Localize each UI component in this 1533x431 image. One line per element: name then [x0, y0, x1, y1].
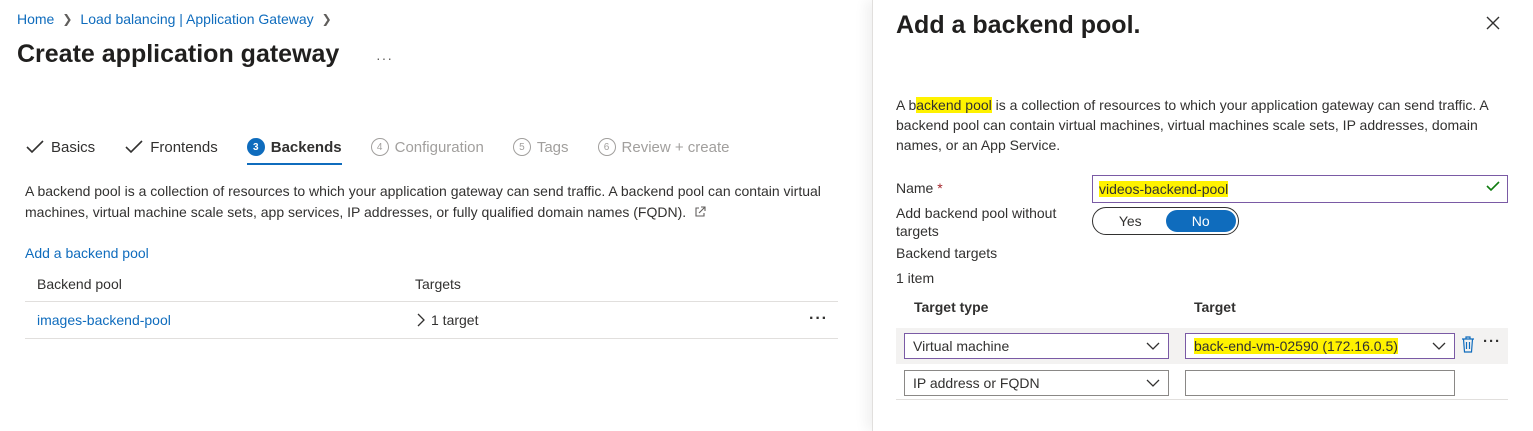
external-link-icon[interactable]	[694, 203, 706, 224]
breadcrumb: Home ❯ Load balancing | Application Gate…	[17, 11, 332, 27]
checkmark-icon	[26, 140, 44, 154]
checkmark-icon	[1485, 179, 1501, 198]
column-header-target: Target	[1194, 299, 1236, 315]
tab-basics[interactable]: Basics	[25, 134, 95, 160]
name-label: Name *	[896, 180, 943, 196]
table-row: images-backend-pool 1 target ···	[25, 302, 838, 339]
backend-targets-label: Backend targets	[896, 245, 998, 261]
name-label-text: Name	[896, 180, 934, 196]
target-type-select[interactable]: Virtual machine	[904, 333, 1169, 359]
step-number-icon: 6	[597, 138, 616, 156]
target-type-value: Virtual machine	[913, 338, 1010, 354]
required-mark: *	[937, 180, 943, 196]
step-number-icon: 3	[246, 138, 265, 156]
toggle-yes[interactable]: Yes	[1095, 210, 1166, 232]
row-more-options-icon[interactable]: ···	[1483, 333, 1501, 350]
page-title: Create application gateway	[17, 40, 340, 68]
more-options-icon[interactable]: ···	[376, 50, 393, 66]
tab-review-create[interactable]: 6 Review + create	[597, 134, 730, 160]
without-targets-toggle[interactable]: Yes No	[1092, 207, 1239, 235]
chevron-right-icon: ❯	[321, 12, 332, 26]
target-row: Virtual machine back-end-vm-02590 (172.1…	[896, 328, 1508, 364]
tab-label: Review + create	[621, 138, 730, 156]
backends-description: A backend pool is a collection of resour…	[25, 181, 855, 224]
tab-label: Tags	[536, 138, 569, 156]
chevron-down-icon	[1146, 337, 1160, 358]
item-count: 1 item	[896, 270, 935, 286]
targets-expander[interactable]: 1 target	[415, 312, 838, 328]
tab-backends[interactable]: 3 Backends	[246, 134, 342, 165]
tab-label: Frontends	[150, 138, 218, 156]
tab-label: Basics	[51, 138, 96, 156]
column-header-target-type: Target type	[914, 299, 989, 315]
targets-count: 1 target	[431, 312, 479, 328]
step-number-icon: 4	[370, 138, 389, 156]
wizard-tabs: Basics Frontends 3 Backends 4 Configurat…	[25, 134, 759, 165]
name-input-value: videos-backend-pool	[1099, 181, 1229, 197]
panel-desc-highlight: ackend pool	[916, 97, 992, 113]
tab-label: Configuration	[394, 138, 484, 156]
row-more-options-icon[interactable]: ···	[809, 310, 828, 328]
tab-label: Backends	[270, 138, 342, 156]
panel-title: Add a backend pool.	[896, 11, 1141, 39]
chevron-down-icon	[1432, 337, 1446, 358]
delete-icon[interactable]	[1461, 336, 1475, 356]
chevron-down-icon	[1146, 374, 1160, 395]
panel-desc-pre: A b	[896, 97, 917, 113]
target-type-select[interactable]: IP address or FQDN	[904, 370, 1169, 396]
checkmark-icon	[125, 140, 143, 154]
name-input[interactable]: videos-backend-pool	[1092, 175, 1508, 203]
chevron-right-icon	[417, 313, 425, 327]
breadcrumb-load-balancing-link[interactable]: Load balancing | Application Gateway	[80, 11, 313, 27]
target-input[interactable]	[1185, 370, 1455, 396]
tab-frontends[interactable]: Frontends	[124, 134, 218, 160]
backend-pool-link[interactable]: images-backend-pool	[25, 312, 415, 328]
column-header-targets: Targets	[415, 275, 461, 292]
target-row: IP address or FQDN	[896, 366, 1508, 400]
add-backend-pool-link[interactable]: Add a backend pool	[25, 245, 149, 261]
target-value: back-end-vm-02590 (172.16.0.5)	[1194, 338, 1398, 354]
tab-configuration[interactable]: 4 Configuration	[370, 134, 484, 160]
target-type-value: IP address or FQDN	[913, 375, 1040, 391]
table-header: Backend pool Targets	[25, 266, 838, 302]
toggle-no[interactable]: No	[1165, 210, 1236, 232]
target-select[interactable]: back-end-vm-02590 (172.16.0.5)	[1185, 333, 1455, 359]
tab-tags[interactable]: 5 Tags	[512, 134, 569, 160]
breadcrumb-home-link[interactable]: Home	[17, 11, 54, 27]
backend-pools-table: Backend pool Targets images-backend-pool…	[25, 266, 838, 339]
step-number-icon: 5	[512, 138, 531, 156]
without-targets-label: Add backend pool without targets	[896, 205, 1057, 239]
panel-description: A backend pool is a collection of resour…	[896, 95, 1516, 155]
close-icon[interactable]	[1481, 14, 1505, 37]
add-backend-pool-panel: Add a backend pool. A backend pool is a …	[872, 0, 1533, 431]
column-header-backend-pool: Backend pool	[37, 275, 122, 292]
chevron-right-icon: ❯	[62, 12, 73, 26]
